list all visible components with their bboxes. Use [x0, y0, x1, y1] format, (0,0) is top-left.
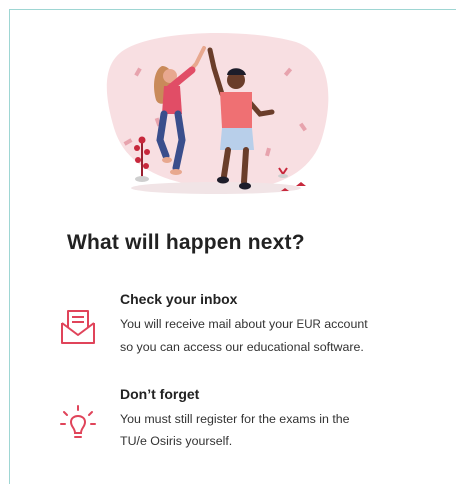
body-text: account	[320, 317, 368, 331]
item-body: You must still register for the exams in…	[120, 408, 450, 452]
item-body: You will receive mail about your EUR acc…	[120, 313, 450, 358]
item-heading: Don’t forget	[120, 386, 200, 402]
item-body-line: so you can access our educational softwa…	[120, 340, 364, 354]
page-title: What will happen next?	[67, 231, 305, 254]
item-body-line: You will receive mail about your EUR acc…	[120, 317, 368, 331]
info-item-text: Check your inbox You will receive mail a…	[120, 291, 450, 358]
item-heading: Check your inbox	[120, 291, 238, 307]
item-body-line: TU/e Osiris yourself.	[120, 434, 233, 448]
info-card: What will happen next? Check your inbox …	[9, 9, 456, 484]
mail-envelope-icon	[61, 310, 95, 344]
celebration-illustration	[106, 32, 329, 194]
eur-label: EUR	[296, 319, 321, 331]
lightbulb-icon	[60, 405, 96, 438]
info-item-text: Don’t forget You must still register for…	[120, 386, 450, 452]
body-text: You will receive mail about your	[120, 317, 297, 331]
item-body-line: You must still register for the exams in…	[120, 412, 350, 426]
